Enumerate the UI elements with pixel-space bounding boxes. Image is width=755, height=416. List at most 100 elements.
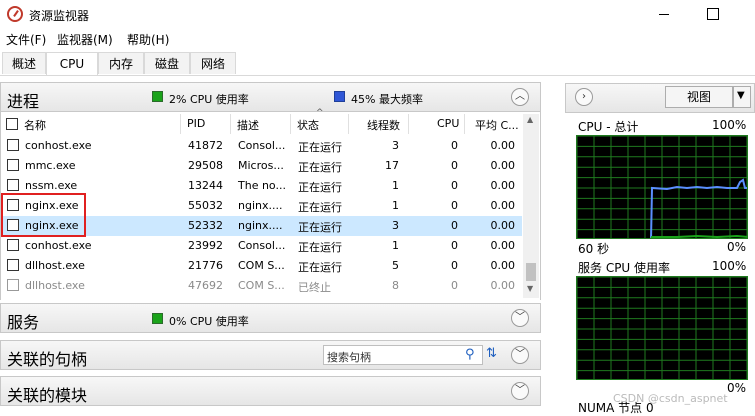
cell-threads: 8: [392, 279, 399, 292]
sort-arrow-icon: ^: [316, 108, 324, 118]
cell-cpu: 0: [451, 259, 458, 272]
col-name[interactable]: 名称: [24, 117, 46, 133]
col-cpu[interactable]: CPU: [437, 117, 459, 130]
row-checkbox[interactable]: [7, 179, 19, 191]
col-status[interactable]: 状态: [297, 117, 319, 133]
col-pid[interactable]: PID: [187, 117, 205, 130]
cpu-total-min: 0%: [727, 240, 747, 254]
cell-cpu: 0: [451, 199, 458, 212]
cpu-total-label: CPU - 总计: [578, 120, 639, 134]
service-cpu-min: 0%: [727, 381, 747, 395]
table-row[interactable]: mmc.exe 29508 Micros... 正在运行 17 0 0.00: [1, 156, 522, 176]
time-window-label: 60 秒: [578, 242, 610, 256]
cell-desc: The no...: [238, 179, 286, 192]
row-checkbox[interactable]: [7, 139, 19, 151]
cell-avg: 0.00: [490, 259, 516, 272]
menu-help[interactable]: 帮助(H): [127, 31, 169, 48]
cell-threads: 3: [392, 139, 399, 152]
minimize-button[interactable]: [657, 6, 671, 20]
services-header[interactable]: 服务: [0, 303, 541, 333]
table-row[interactable]: dllhost.exe 21776 COM S... 正在运行 5 0 0.00: [1, 256, 522, 276]
cell-threads: 1: [392, 239, 399, 252]
cell-threads: 5: [392, 259, 399, 272]
cell-avg: 0.00: [490, 179, 516, 192]
cell-name: mmc.exe: [25, 159, 76, 172]
cell-name: conhost.exe: [25, 139, 92, 152]
view-button[interactable]: 视图: [665, 86, 733, 108]
cell-desc: nginx....: [238, 199, 283, 212]
menu-monitor[interactable]: 监视器(M): [57, 31, 113, 48]
title-bar: [0, 0, 755, 29]
cell-name: conhost.exe: [25, 239, 92, 252]
refresh-icon[interactable]: ⇅: [486, 346, 497, 361]
cpu-total-max: 100%: [712, 118, 747, 132]
cell-avg: 0.00: [490, 139, 516, 152]
cell-cpu: 0: [451, 159, 458, 172]
cell-name: nssm.exe: [25, 179, 78, 192]
view-dropdown-button[interactable]: ▼: [733, 86, 751, 108]
expand-handles-button[interactable]: ﹀: [511, 346, 529, 364]
row-checkbox[interactable]: [7, 279, 19, 291]
col-avg-cpu[interactable]: 平均 C...: [475, 117, 519, 133]
cell-cpu: 0: [451, 179, 458, 192]
scroll-thumb[interactable]: [526, 263, 536, 281]
handle-search-input[interactable]: 搜索句柄: [323, 345, 483, 365]
scroll-up-icon[interactable]: ▲: [527, 115, 533, 124]
cpu-total-graph: [576, 135, 748, 239]
chevron-down-icon: ﹀: [515, 385, 525, 396]
row-checkbox[interactable]: [7, 259, 19, 271]
cell-cpu: 0: [451, 279, 458, 292]
cell-desc: Micros...: [238, 159, 284, 172]
cpu-usage-indicator: [152, 91, 163, 102]
select-all-checkbox[interactable]: [6, 118, 18, 130]
service-cpu-graph: [576, 276, 748, 380]
cell-pid: 21776: [188, 259, 223, 272]
menu-file[interactable]: 文件(F): [6, 31, 46, 48]
cell-cpu: 0: [451, 239, 458, 252]
processes-cpu-usage: 2% CPU 使用率: [169, 93, 249, 106]
tab-cpu[interactable]: CPU: [46, 52, 98, 75]
cpu-total-graph-svg: [577, 136, 747, 238]
row-checkbox[interactable]: [7, 239, 19, 251]
cell-threads: 1: [392, 199, 399, 212]
col-description[interactable]: 描述: [237, 117, 259, 133]
expand-services-button[interactable]: ﹀: [511, 309, 529, 327]
modules-header[interactable]: 关联的模块: [0, 376, 541, 406]
cell-status: 正在运行: [298, 181, 342, 194]
table-row[interactable]: dllhost.exe 47692 COM S... 已终止 8 0 0.00: [1, 276, 522, 296]
service-cpu-label: 服务 CPU 使用率: [578, 261, 671, 275]
cell-status: 正在运行: [298, 221, 342, 234]
max-freq-indicator: [334, 91, 345, 102]
scroll-down-icon[interactable]: ▼: [527, 284, 533, 293]
modules-title: 关联的模块: [7, 386, 88, 405]
services-cpu-indicator: [152, 313, 163, 324]
table-row[interactable]: conhost.exe 41872 Consol... 正在运行 3 0 0.00: [1, 136, 522, 156]
cell-desc: nginx....: [238, 219, 283, 232]
processes-title: 进程: [7, 92, 40, 111]
maximize-button[interactable]: [707, 8, 719, 20]
collapse-processes-button[interactable]: ︿: [511, 88, 529, 106]
cell-pid: 47692: [188, 279, 223, 292]
col-divider: [290, 114, 291, 134]
cell-status: 正在运行: [298, 161, 342, 174]
toggle-graphs-button[interactable]: ›: [575, 88, 593, 106]
chevron-down-icon: ﹀: [515, 312, 525, 323]
cell-avg: 0.00: [490, 239, 516, 252]
tab-overview[interactable]: 概述: [2, 52, 46, 74]
processes-header[interactable]: 进程: [0, 82, 541, 112]
cpu-usage-line: [650, 234, 747, 238]
search-icon[interactable]: ⚲: [465, 347, 475, 362]
row-checkbox[interactable]: [7, 159, 19, 171]
expand-modules-button[interactable]: ﹀: [511, 382, 529, 400]
tab-network[interactable]: 网络: [190, 52, 236, 74]
tab-disk[interactable]: 磁盘: [144, 52, 190, 74]
col-divider: [408, 114, 409, 134]
cell-threads: 17: [385, 159, 399, 172]
services-cpu-usage: 0% CPU 使用率: [169, 315, 249, 328]
cell-pid: 13244: [188, 179, 223, 192]
cell-status: 正在运行: [298, 201, 342, 214]
cell-status: 已终止: [298, 281, 331, 294]
col-threads[interactable]: 线程数: [367, 117, 400, 133]
tab-memory[interactable]: 内存: [98, 52, 144, 74]
table-row[interactable]: conhost.exe 23992 Consol... 正在运行 1 0 0.00: [1, 236, 522, 256]
